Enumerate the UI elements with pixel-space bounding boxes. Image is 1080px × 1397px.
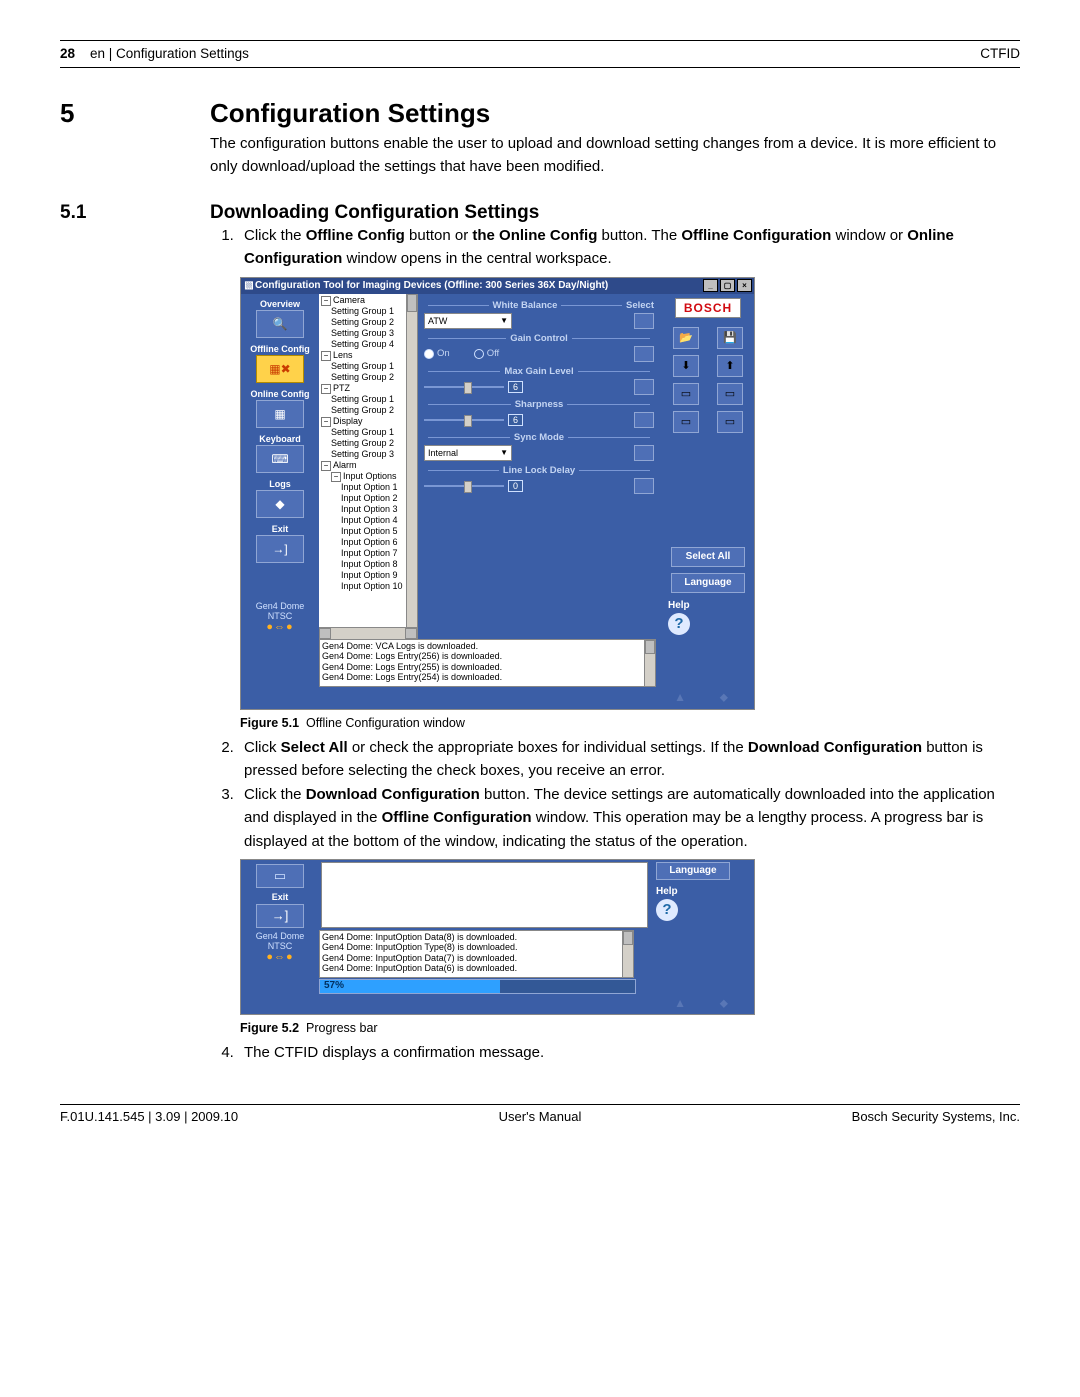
log-scrollbar[interactable] — [644, 640, 655, 686]
figure-5-2-caption: Figure 5.2 Progress bar — [240, 1021, 1020, 1035]
nav-keyboard-button[interactable]: ⌨ — [256, 445, 304, 473]
sync-mode-select[interactable]: Internal — [424, 445, 512, 461]
device-info: Gen4 Dome NTSC ●⇔● — [256, 601, 305, 639]
tool-button-b[interactable]: ▭ — [717, 383, 743, 405]
config-online-icon: ▦ — [274, 407, 285, 421]
upload-config-button[interactable]: ⬆ — [717, 355, 743, 377]
preview-box — [321, 862, 648, 928]
download-btn[interactable] — [634, 313, 654, 329]
breadcrumb: en | Configuration Settings — [90, 46, 980, 61]
footer-right: Bosch Security Systems, Inc. — [700, 1109, 1020, 1124]
step-3: Click the Download Configuration button.… — [238, 783, 1020, 853]
nav-online-label: Online Config — [251, 389, 310, 399]
download-btn[interactable] — [634, 445, 654, 461]
log-scrollbar[interactable] — [622, 931, 633, 977]
sharpness-slider[interactable] — [424, 416, 504, 424]
status-bar: ▲ ⬥ — [241, 687, 754, 709]
status-icon-a: ▲ — [674, 690, 686, 704]
window-title: Configuration Tool for Imaging Devices (… — [255, 278, 701, 294]
help-icon[interactable]: ? — [668, 613, 690, 635]
language-button[interactable]: Language — [671, 573, 745, 593]
status-icon-b: ⬥ — [720, 690, 728, 705]
gain-on-radio[interactable] — [424, 349, 434, 359]
white-balance-select[interactable]: ATW — [424, 313, 512, 329]
maximize-icon[interactable]: ▢ — [720, 279, 735, 292]
close-icon[interactable]: × — [737, 279, 752, 292]
line-lock-slider[interactable] — [424, 482, 504, 490]
doc-code: CTFID — [980, 46, 1020, 61]
tool-button-d[interactable]: ▭ — [717, 411, 743, 433]
page-header: 28 en | Configuration Settings CTFID — [60, 44, 1020, 67]
gain-off-radio[interactable] — [474, 349, 484, 359]
step-1: Click the Offline Config button or the O… — [238, 224, 1020, 271]
max-gain-slider[interactable] — [424, 383, 504, 391]
step-4: The CTFID displays a confirmation messag… — [238, 1041, 1020, 1064]
figure-5-1-caption: Figure 5.1 Offline Configuration window — [240, 716, 1020, 730]
keyboard-icon: ⌨ — [271, 452, 288, 466]
connection-dots-icon: ●⇔● — [256, 621, 305, 633]
status-bar: ▲ ⬥ — [241, 994, 754, 1014]
nav-keyboard-label: Keyboard — [259, 434, 301, 444]
log-panel[interactable]: Gen4 Dome: VCA Logs is downloaded. Gen4 … — [319, 639, 656, 687]
section-intro: The configuration buttons enable the use… — [210, 133, 1020, 178]
page-number: 28 — [60, 46, 90, 61]
config-icon: ▦✖ — [269, 362, 290, 376]
section-number: 5 — [60, 98, 210, 129]
bosch-logo: BOSCH — [675, 298, 741, 318]
language-button[interactable]: Language — [656, 862, 730, 880]
connection-dots-icon: ●⇔● — [241, 951, 319, 963]
device-info: Gen4 Dome NTSC ●⇔● — [241, 930, 319, 994]
download-btn[interactable] — [634, 346, 654, 362]
select-all-button[interactable]: Select All — [671, 547, 745, 567]
window-titlebar: ▧ Configuration Tool for Imaging Devices… — [241, 278, 754, 294]
tool-button-a[interactable]: ▭ — [673, 383, 699, 405]
nav-exit-button[interactable]: →] — [256, 904, 304, 928]
exit-icon: →] — [272, 542, 287, 556]
download-btn[interactable] — [634, 412, 654, 428]
subsection-number: 5.1 — [60, 202, 210, 224]
left-nav: ▭ Exit →] — [241, 860, 319, 930]
settings-tree[interactable]: −Camera Setting Group 1 Setting Group 2 … — [319, 294, 418, 639]
magnifier-icon: 🔍 — [273, 317, 288, 331]
right-toolbar: BOSCH 📂 💾 ⬇ ⬆ ▭ ▭ ▭ ▭ Select All Language He… — [662, 294, 754, 639]
nav-online-button[interactable]: ▦ — [256, 400, 304, 428]
step-2: Click Select All or check the appropriat… — [238, 736, 1020, 783]
status-icon-a: ▲ — [674, 996, 686, 1010]
status-icon-b: ⬥ — [720, 996, 728, 1011]
download-btn[interactable] — [634, 379, 654, 395]
help-label: Help — [656, 886, 748, 897]
log-panel[interactable]: Gen4 Dome: InputOption Data(8) is downlo… — [319, 930, 634, 978]
nav-button-top[interactable]: ▭ — [256, 864, 304, 888]
page-footer: F.01U.141.545 | 3.09 | 2009.10 User's Ma… — [60, 1105, 1020, 1124]
help-label: Help — [668, 600, 690, 611]
footer-center: User's Manual — [380, 1109, 700, 1124]
nav-overview-button[interactable]: 🔍 — [256, 310, 304, 338]
nav-exit-button[interactable]: →] — [256, 535, 304, 563]
tree-hscrollbar[interactable] — [319, 627, 417, 639]
nav-offline-label: Offline Config — [250, 344, 310, 354]
progress-bar: 57% — [319, 979, 636, 994]
left-nav: Overview 🔍 Offline Config ▦✖ Online Conf… — [241, 294, 319, 639]
nav-offline-button[interactable]: ▦✖ — [256, 355, 304, 383]
help-icon[interactable]: ? — [656, 899, 678, 921]
download-config-button[interactable]: ⬇ — [673, 355, 699, 377]
logs-icon: ◆ — [275, 497, 284, 511]
section-title: Configuration Settings — [210, 98, 490, 129]
tool-button-c[interactable]: ▭ — [673, 411, 699, 433]
open-button[interactable]: 📂 — [673, 327, 699, 349]
minimize-icon[interactable]: _ — [703, 279, 718, 292]
tree-scrollbar[interactable] — [406, 294, 417, 627]
download-btn[interactable] — [634, 478, 654, 494]
app-icon: ▧ — [243, 278, 255, 294]
nav-exit-label: Exit — [272, 524, 289, 534]
nav-logs-label: Logs — [269, 479, 291, 489]
settings-panel: White BalanceSelect ATW Gain Control OnO… — [418, 294, 662, 639]
figure-5-1: ▧ Configuration Tool for Imaging Devices… — [240, 277, 755, 710]
nav-overview-label: Overview — [260, 299, 300, 309]
subsection-title: Downloading Configuration Settings — [210, 202, 539, 224]
figure-5-2: ▭ Exit →] Language Help ? Gen4 Dome NTSC… — [240, 859, 755, 1015]
save-button[interactable]: 💾 — [717, 327, 743, 349]
footer-left: F.01U.141.545 | 3.09 | 2009.10 — [60, 1109, 380, 1124]
nav-logs-button[interactable]: ◆ — [256, 490, 304, 518]
